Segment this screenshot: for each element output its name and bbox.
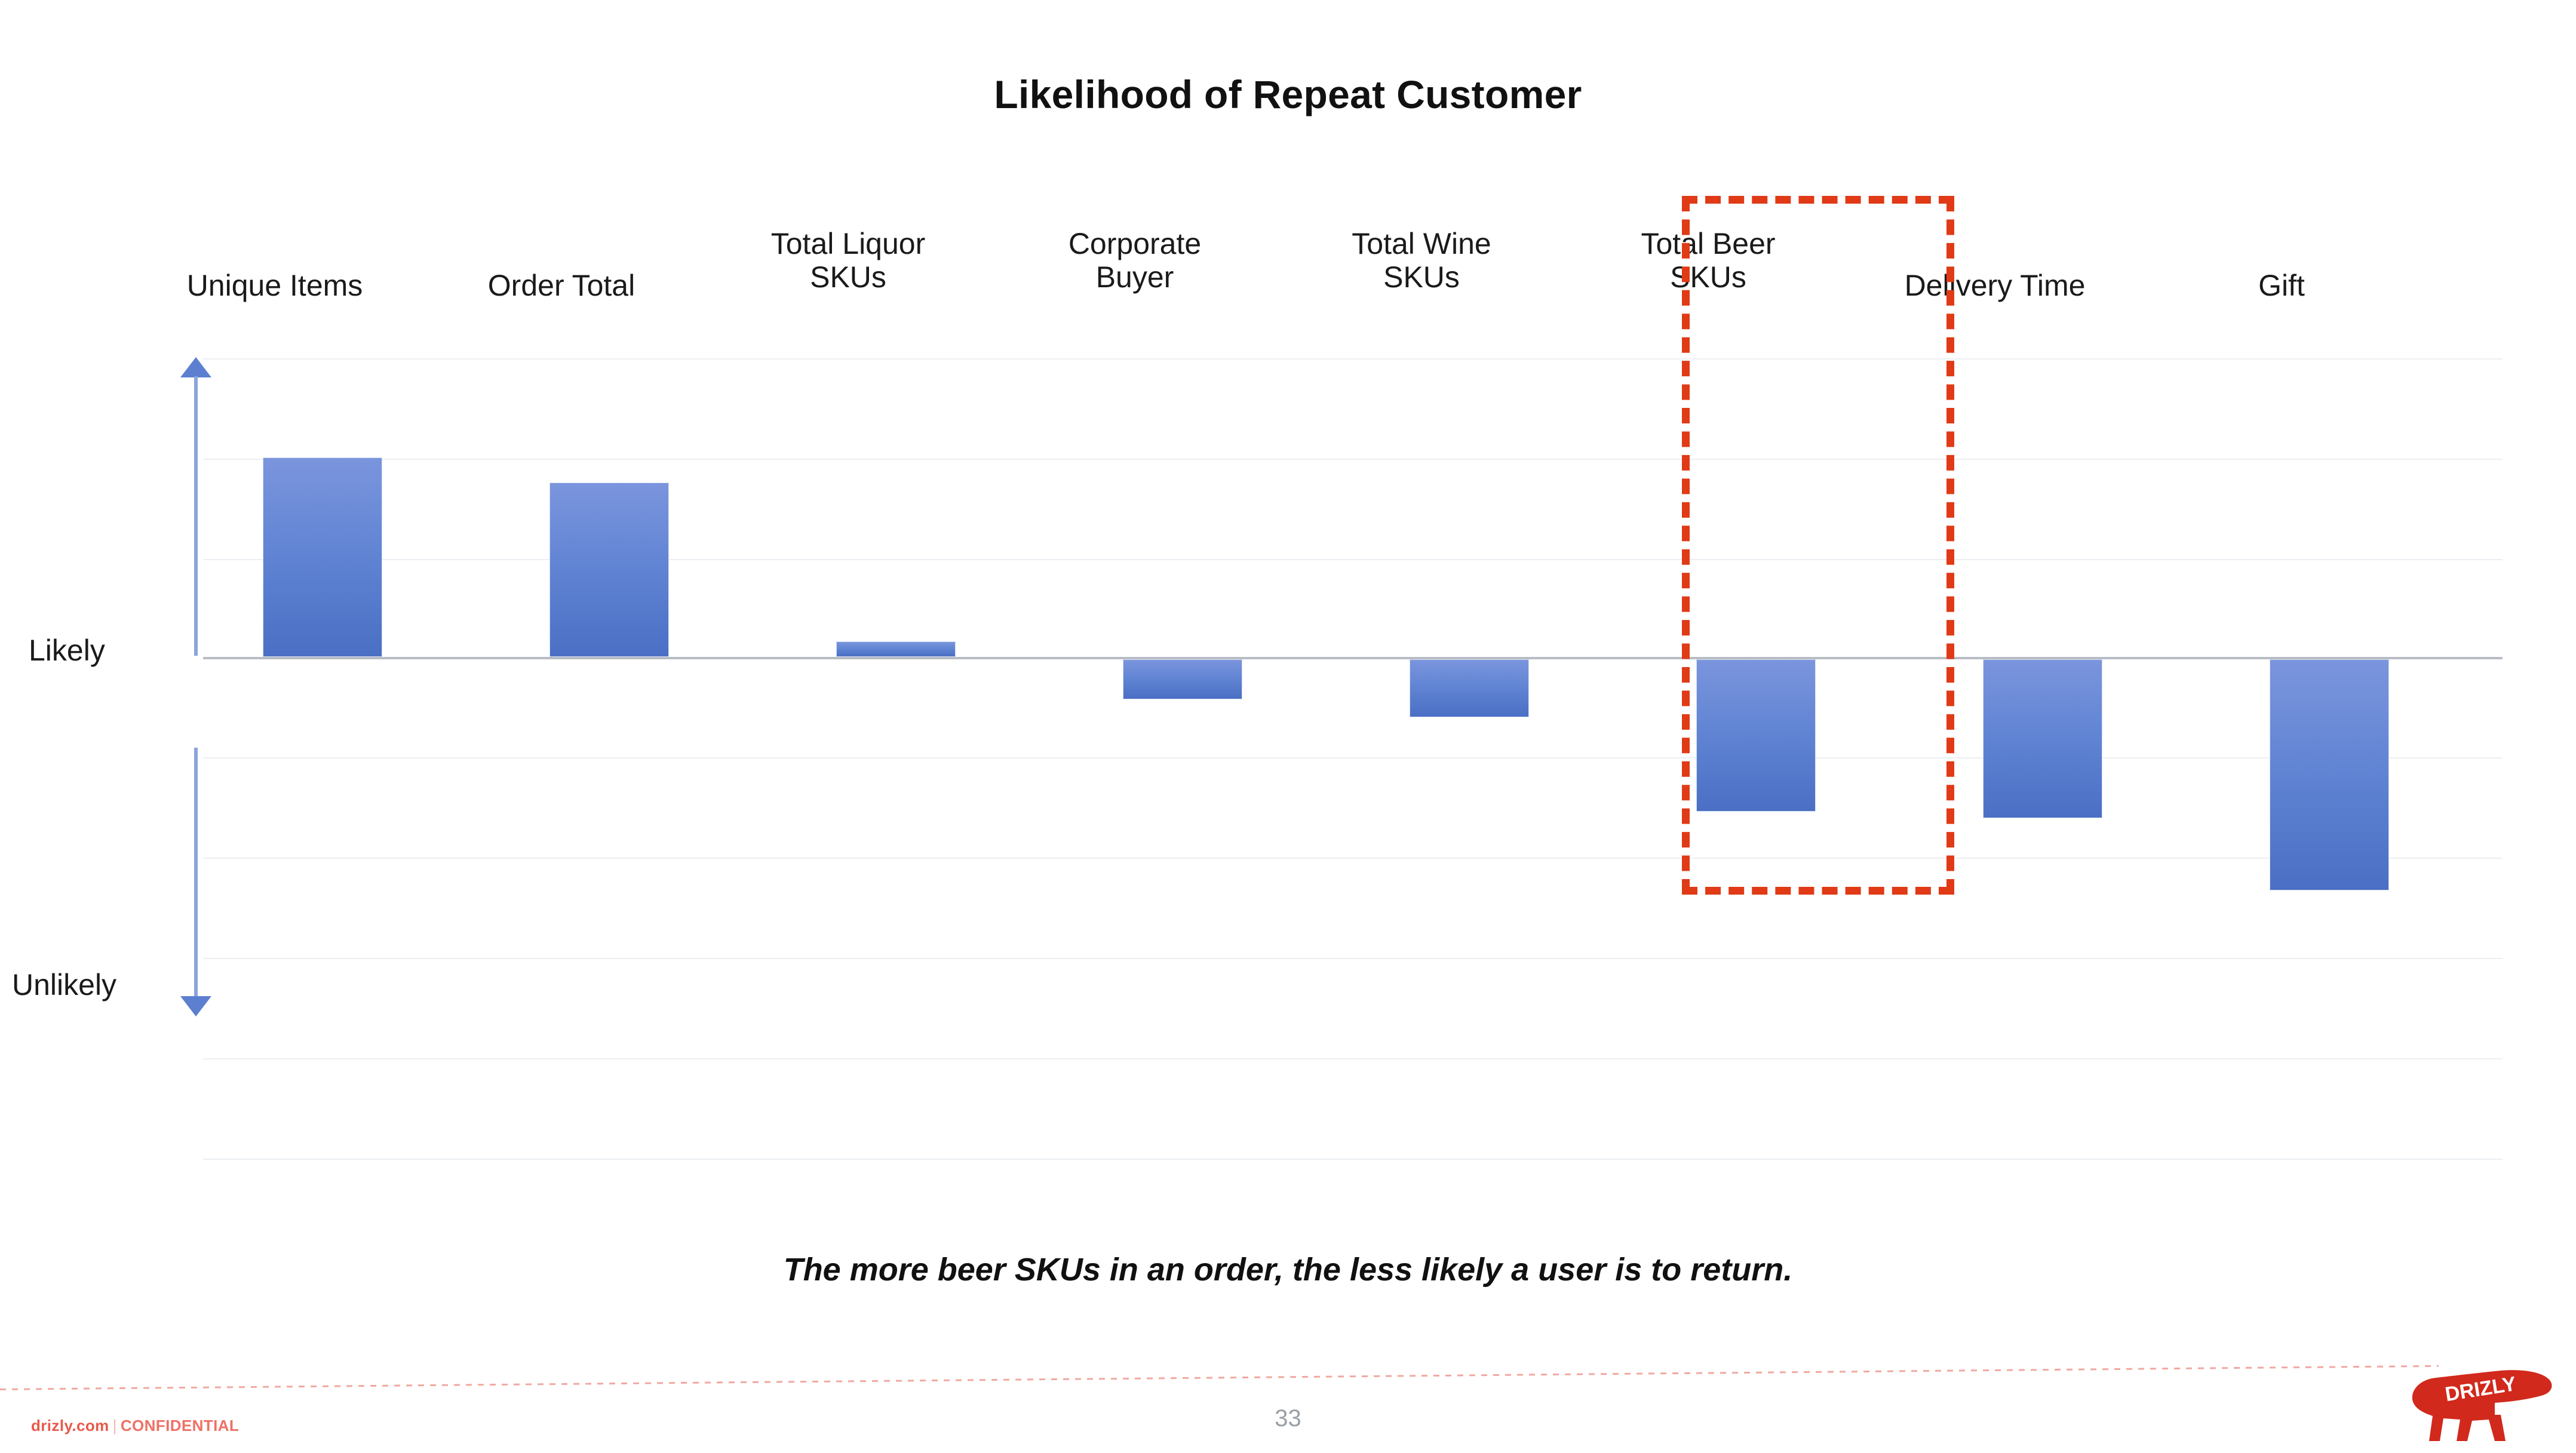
category-label-total-wine-skus: Total Wine SKUs <box>1352 227 1491 294</box>
slide-canvas: Likelihood of Repeat Customer Likely Unl… <box>0 0 2576 1453</box>
gridline <box>203 858 2503 859</box>
bar-total-wine-skus[interactable] <box>1410 659 1529 717</box>
axis-label-unlikely: Unlikely <box>12 968 117 1002</box>
bar-unique-items[interactable] <box>263 457 382 657</box>
page-title: Likelihood of Repeat Customer <box>994 72 1582 116</box>
highlight-box-total-beer-skus <box>1682 196 1954 895</box>
category-label-gift: Gift <box>2258 269 2305 302</box>
axis-arrow-positive <box>194 376 198 656</box>
gridline <box>203 358 2503 360</box>
gridline <box>203 1058 2503 1059</box>
gridline <box>203 459 2503 460</box>
bear-logo-icon: DRIZLY <box>2412 1370 2552 1441</box>
category-label-order-total: Order Total <box>487 269 635 302</box>
gridline <box>203 958 2503 959</box>
bar-total-liquor-skus[interactable] <box>836 641 956 657</box>
bar-order-total[interactable] <box>549 483 669 657</box>
chart-plot-area <box>203 358 2503 1194</box>
zero-axis-line <box>203 657 2503 659</box>
chart-caption: The more beer SKUs in an order, the less… <box>783 1252 1793 1288</box>
bar-corporate-buyer[interactable] <box>1123 659 1242 699</box>
axis-arrow-negative <box>194 748 198 997</box>
category-label-corporate-buyer: Corporate Buyer <box>1068 227 1202 294</box>
footer-divider <box>0 1365 2439 1390</box>
category-label-unique-items: Unique Items <box>186 269 363 302</box>
bar-delivery-time[interactable] <box>1983 659 2102 818</box>
bar-gift[interactable] <box>2270 659 2389 890</box>
page-number: 33 <box>1275 1405 1301 1432</box>
gridline <box>203 1159 2503 1160</box>
gridline <box>203 757 2503 758</box>
category-label-total-liquor-skus: Total Liquor SKUs <box>770 227 926 294</box>
gridline <box>203 559 2503 560</box>
axis-label-likely: Likely <box>29 634 105 667</box>
